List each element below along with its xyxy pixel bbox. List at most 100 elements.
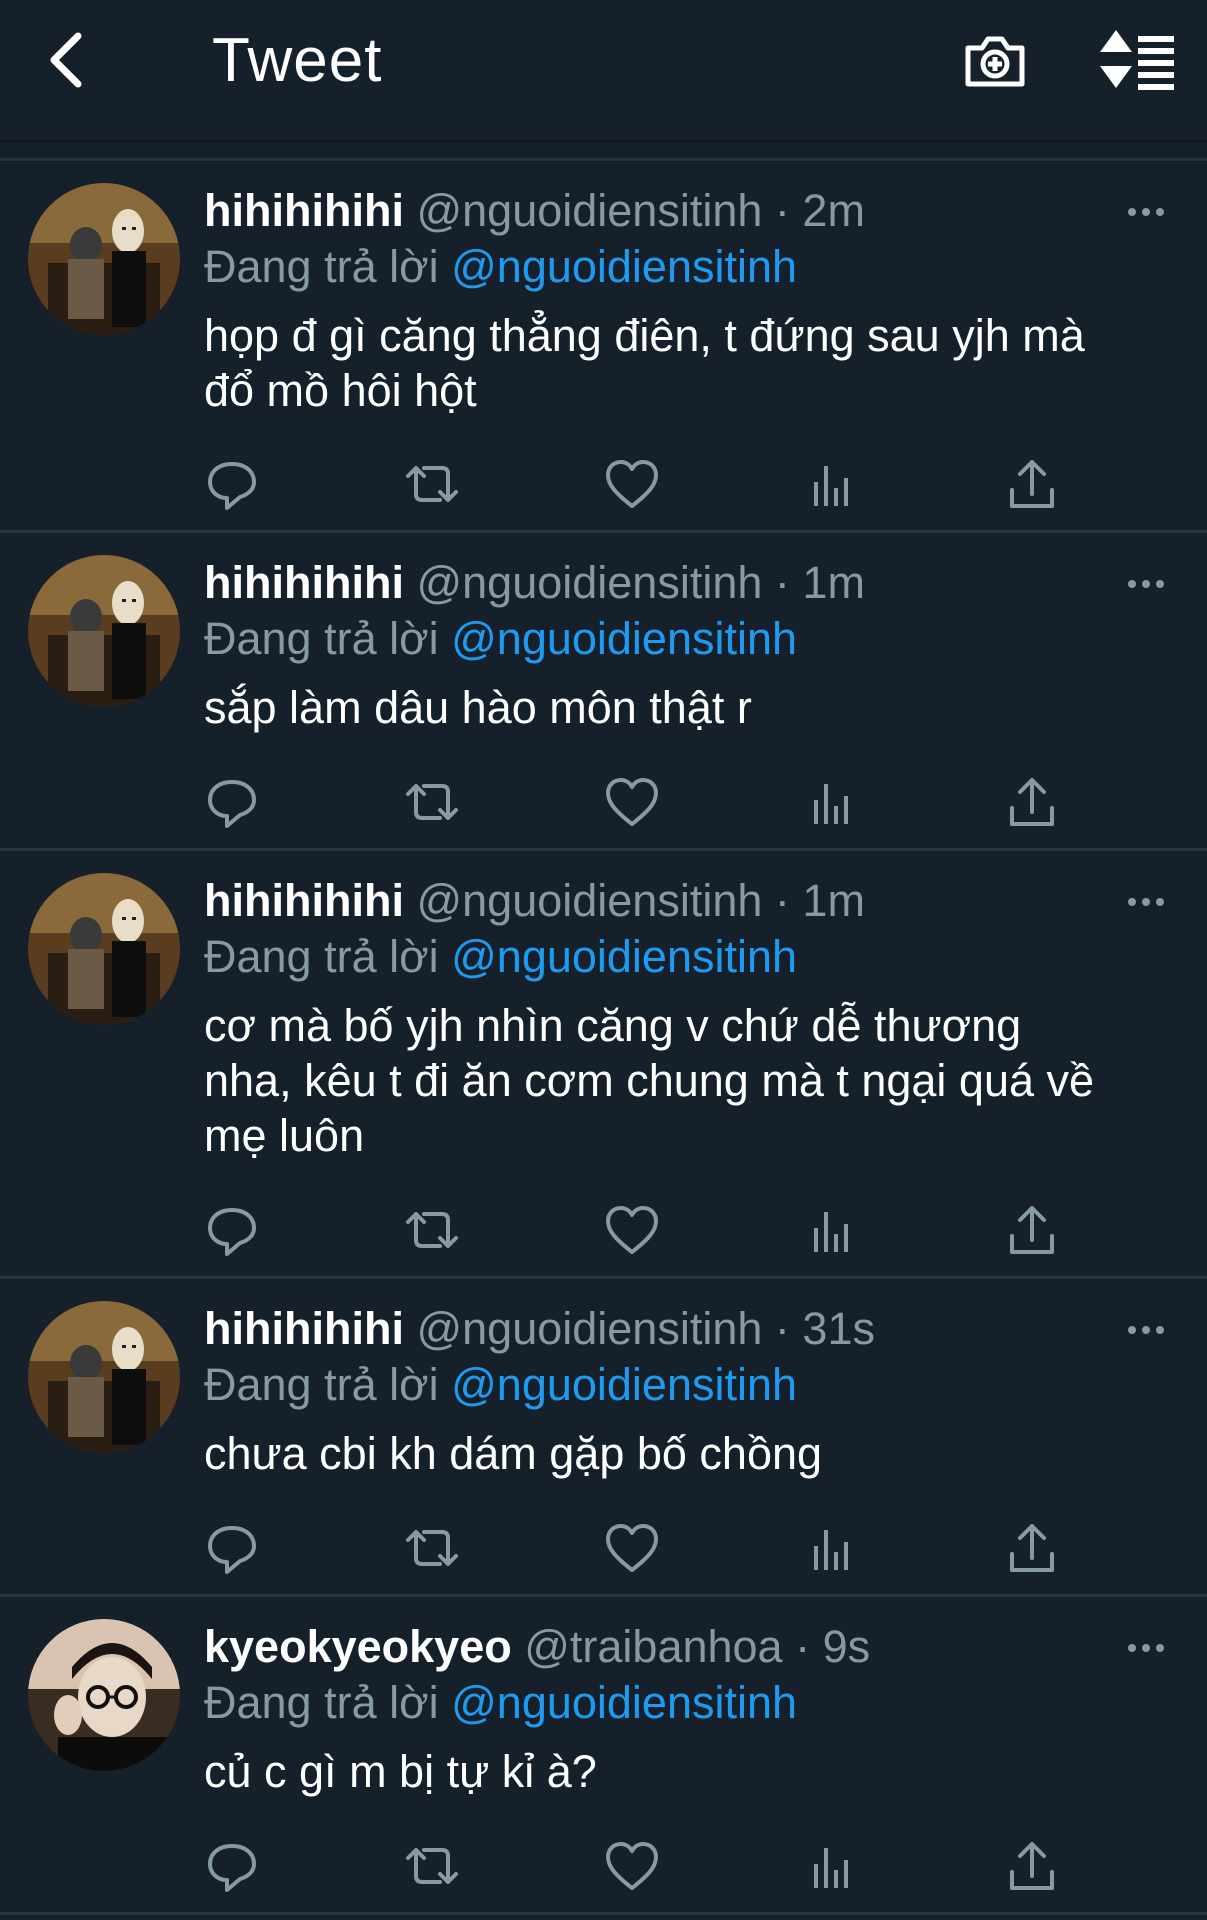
like-button[interactable] [604, 1838, 660, 1894]
share-icon [1010, 1206, 1054, 1254]
analytics-button[interactable] [804, 1202, 860, 1258]
user-handle[interactable]: @nguoidiensitinh [416, 185, 762, 236]
retweet-button[interactable] [404, 774, 460, 830]
replying-to-label: Đang trả lời [204, 1359, 452, 1410]
reply-button[interactable] [204, 1838, 260, 1894]
share-button[interactable] [1004, 1520, 1060, 1576]
mention-link[interactable]: @nguoidiensitinh [451, 1359, 797, 1410]
reply-icon [208, 780, 256, 828]
more-dots-icon [1128, 1644, 1164, 1652]
retweet-icon [406, 784, 458, 820]
timestamp[interactable]: 31s [802, 1303, 875, 1354]
action-bar [204, 1202, 1084, 1258]
timestamp[interactable]: 9s [823, 1621, 871, 1672]
action-bar [204, 774, 1084, 830]
retweet-icon [406, 1530, 458, 1566]
reply-icon [208, 1208, 256, 1256]
tweet-text: củ c gì m bị tự kỉ à? [204, 1744, 1164, 1799]
like-button[interactable] [604, 1520, 660, 1576]
like-button[interactable] [604, 456, 660, 512]
share-icon [1010, 1842, 1054, 1890]
like-button[interactable] [604, 774, 660, 830]
more-button[interactable] [1126, 1320, 1166, 1340]
mention-link[interactable]: @nguoidiensitinh [451, 613, 797, 664]
camera-button[interactable] [962, 28, 1028, 94]
analytics-icon [814, 784, 848, 824]
more-button[interactable] [1126, 574, 1166, 594]
top-bar: Tweet [0, 0, 1207, 142]
like-icon [606, 1206, 658, 1254]
reply-button[interactable] [204, 1202, 260, 1258]
mention-link[interactable]: @nguoidiensitinh [451, 931, 797, 982]
back-button[interactable] [40, 28, 92, 92]
retweet-button[interactable] [404, 456, 460, 512]
avatar[interactable] [28, 1301, 180, 1453]
like-button[interactable] [604, 1202, 660, 1258]
display-name[interactable]: kyeokyeokyeo [204, 1621, 512, 1672]
avatar[interactable] [28, 873, 180, 1025]
user-handle[interactable]: @traibanhoa [524, 1621, 782, 1672]
more-button[interactable] [1126, 892, 1166, 912]
tweet[interactable]: hihihihihi @nguoidiensitinh · 2m Đang tr… [0, 161, 1207, 533]
like-icon [606, 460, 658, 508]
tweet-text-line: đổ mồ hôi hột [204, 365, 477, 416]
timestamp[interactable]: 1m [802, 557, 865, 608]
share-button[interactable] [1004, 1202, 1060, 1258]
replying-to-label: Đang trả lời [204, 1677, 452, 1728]
tweet-text-line: chưa cbi kh dám gặp bố chồng [204, 1428, 823, 1479]
more-dots-icon [1128, 580, 1164, 588]
share-button[interactable] [1004, 456, 1060, 512]
timestamp[interactable]: 1m [802, 875, 865, 926]
replying-to-label: Đang trả lời [204, 613, 452, 664]
retweet-icon [406, 1848, 458, 1884]
tweet-text-line: cơ mà bố yjh nhìn căng v chứ dễ thương [204, 1000, 1022, 1051]
tweet[interactable]: hihihihihi @nguoidiensitinh · 31s Đang t… [0, 1279, 1207, 1597]
user-handle[interactable]: @nguoidiensitinh [416, 557, 762, 608]
section-divider [0, 142, 1207, 161]
retweet-icon [406, 466, 458, 502]
analytics-button[interactable] [804, 1838, 860, 1894]
tweet[interactable]: hihihihihi @nguoidiensitinh · 1m Đang tr… [0, 533, 1207, 851]
sort-button[interactable] [1098, 28, 1178, 94]
retweet-button[interactable] [404, 1202, 460, 1258]
replying-to: Đang trả lời @nguoidiensitinh [204, 1357, 797, 1413]
reply-button[interactable] [204, 456, 260, 512]
replying-to: Đang trả lời @nguoidiensitinh [204, 239, 797, 295]
avatar-photo-icon [28, 1301, 180, 1453]
replying-to: Đang trả lời @nguoidiensitinh [204, 611, 797, 667]
reply-button[interactable] [204, 1520, 260, 1576]
more-button[interactable] [1126, 1638, 1166, 1658]
timestamp[interactable]: 2m [802, 185, 865, 236]
avatar[interactable] [28, 555, 180, 707]
separator: · [795, 1621, 811, 1672]
tweet[interactable]: hihihihihi @nguoidiensitinh · 1m Đang tr… [0, 851, 1207, 1279]
reply-button[interactable] [204, 774, 260, 830]
mention-link[interactable]: @nguoidiensitinh [451, 241, 797, 292]
more-dots-icon [1128, 1326, 1164, 1334]
share-button[interactable] [1004, 774, 1060, 830]
tweet-text: sắp làm dâu hào môn thật r [204, 680, 1164, 735]
display-name[interactable]: hihihihihi [204, 875, 404, 926]
avatar[interactable] [28, 1619, 180, 1771]
display-name[interactable]: hihihihihi [204, 557, 404, 608]
display-name[interactable]: hihihihihi [204, 1303, 404, 1354]
retweet-button[interactable] [404, 1520, 460, 1576]
share-icon [1010, 1524, 1054, 1572]
analytics-button[interactable] [804, 456, 860, 512]
analytics-icon [814, 1848, 848, 1888]
analytics-button[interactable] [804, 1520, 860, 1576]
retweet-button[interactable] [404, 1838, 460, 1894]
avatar[interactable] [28, 183, 180, 335]
tweet-header: kyeokyeokyeo @traibanhoa · 9s [204, 1619, 870, 1675]
page-title: Tweet [212, 26, 383, 95]
avatar-photo-icon [28, 873, 180, 1025]
tweet[interactable]: kyeokyeokyeo @traibanhoa · 9s Đang trả l… [0, 1597, 1207, 1915]
analytics-button[interactable] [804, 774, 860, 830]
more-button[interactable] [1126, 202, 1166, 222]
user-handle[interactable]: @nguoidiensitinh [416, 1303, 762, 1354]
share-button[interactable] [1004, 1838, 1060, 1894]
mention-link[interactable]: @nguoidiensitinh [451, 1677, 797, 1728]
user-handle[interactable]: @nguoidiensitinh [416, 875, 762, 926]
display-name[interactable]: hihihihihi [204, 185, 404, 236]
tweet-text: họp đ gì căng thẳng điên, t đứng sau yjh… [204, 308, 1164, 418]
